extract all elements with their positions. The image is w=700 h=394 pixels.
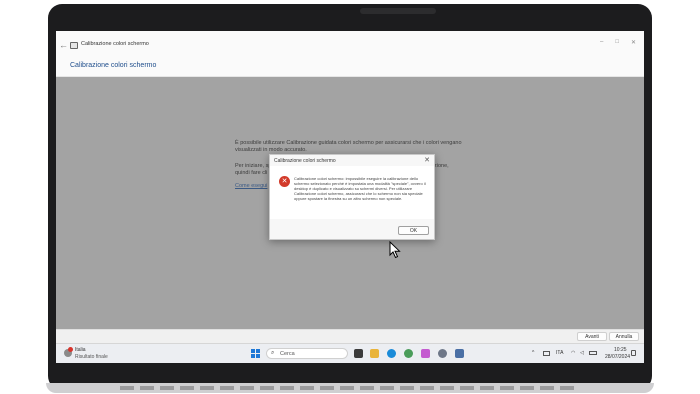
copilot-icon[interactable] xyxy=(404,349,413,358)
close-button[interactable]: ✕ xyxy=(631,39,636,46)
keyboard-edge xyxy=(120,386,580,390)
volume-icon[interactable]: ◁ xyxy=(580,350,584,356)
wifi-icon[interactable]: ◠ xyxy=(571,350,575,356)
calibration-app-icon[interactable] xyxy=(455,349,464,358)
notification-badge xyxy=(68,347,73,352)
page-header: Calibrazione colori schermo xyxy=(56,59,644,77)
screen: ← Calibrazione colori schermo – □ ✕ Cali… xyxy=(56,31,644,363)
notifications-icon[interactable] xyxy=(631,350,636,356)
intro-line-2: visualizzati in modo accurato. xyxy=(235,147,307,153)
mouse-cursor-icon xyxy=(389,241,401,259)
dialog-title: Calibrazione colori schermo xyxy=(274,158,336,164)
battery-icon[interactable] xyxy=(589,351,597,355)
ok-button[interactable]: OK xyxy=(398,226,429,235)
minimize-button[interactable]: – xyxy=(600,39,603,46)
taskbar-search[interactable]: ⌕ Cerca xyxy=(266,348,348,359)
intro-line-1: È possibile utilizzare Calibrazione guid… xyxy=(235,140,462,146)
error-dialog: Calibrazione colori schermo ✕ ✕ Calibraz… xyxy=(269,154,435,240)
dialog-body: ✕ Calibrazione colori schermo: impossibi… xyxy=(270,166,434,219)
camera-notch xyxy=(360,8,436,14)
error-icon: ✕ xyxy=(279,176,290,187)
page-title: Calibrazione colori schermo xyxy=(70,62,157,69)
file-explorer-icon[interactable] xyxy=(370,349,379,358)
taskbar: Italia Risultato finale ⌕ Cerca ^ ITA ◠ … xyxy=(56,343,644,363)
settings-icon[interactable] xyxy=(438,349,447,358)
widget-title[interactable]: Italia xyxy=(75,347,86,353)
dialog-message: Calibrazione colori schermo: impossibile… xyxy=(294,176,426,201)
clock-date[interactable]: 28/07/2024 xyxy=(605,354,630,360)
back-arrow-icon[interactable]: ← xyxy=(59,40,68,50)
language-indicator[interactable]: ITA xyxy=(556,350,563,356)
help-link[interactable]: Come esegui xyxy=(235,183,267,189)
window-controls: – □ ✕ xyxy=(600,39,636,46)
instructions-line-right: zione, xyxy=(434,163,449,169)
instructions-line-1: Per iniziare, sp xyxy=(235,163,272,169)
edge-icon[interactable] xyxy=(387,349,396,358)
next-button[interactable]: Avanti xyxy=(577,332,607,341)
keyboard-icon[interactable] xyxy=(543,351,550,356)
clock-time[interactable]: 10:25 xyxy=(614,347,627,353)
search-icon: ⌕ xyxy=(271,350,275,356)
widget-subtitle[interactable]: Risultato finale xyxy=(75,354,108,360)
monitor-icon xyxy=(70,42,78,49)
tray-chevron-icon[interactable]: ^ xyxy=(532,350,534,356)
window-titlebar: ← Calibrazione colori schermo – □ ✕ xyxy=(56,31,644,59)
instructions-line-2: quindi fare cli xyxy=(235,170,268,176)
cancel-button[interactable]: Annulla xyxy=(609,332,639,341)
window-title: Calibrazione colori schermo xyxy=(81,41,149,47)
maximize-button[interactable]: □ xyxy=(615,39,619,46)
dialog-titlebar: Calibrazione colori schermo ✕ xyxy=(270,155,434,166)
store-icon[interactable] xyxy=(421,349,430,358)
search-placeholder: Cerca xyxy=(280,351,295,357)
wizard-footer: Avanti Annulla xyxy=(56,329,644,343)
dialog-close-icon[interactable]: ✕ xyxy=(424,156,430,164)
windows-start-icon[interactable] xyxy=(251,349,260,358)
task-view-icon[interactable] xyxy=(354,349,363,358)
